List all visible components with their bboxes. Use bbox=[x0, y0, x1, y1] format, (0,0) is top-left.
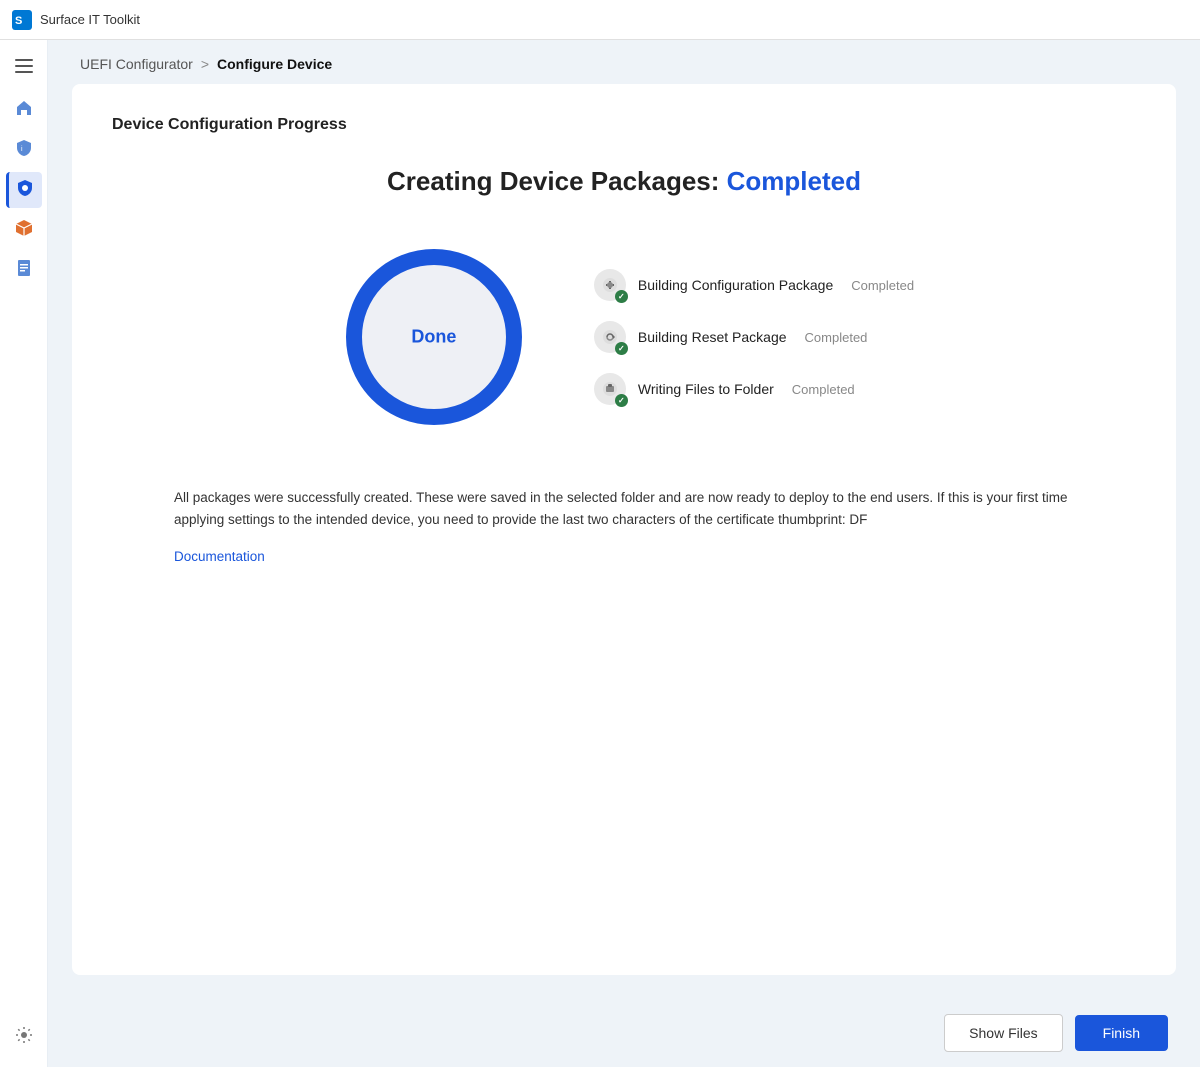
titlebar: S Surface IT Toolkit bbox=[0, 0, 1200, 40]
task-icon-2 bbox=[594, 373, 626, 405]
task-name-1: Building Reset Package bbox=[638, 329, 787, 345]
task-icon-1 bbox=[594, 321, 626, 353]
sidebar: i bbox=[0, 40, 48, 1067]
sidebar-item-settings[interactable] bbox=[6, 1019, 42, 1055]
documentation-link[interactable]: Documentation bbox=[174, 549, 265, 564]
card-section-title: Device Configuration Progress bbox=[112, 116, 1136, 134]
app-icon: S bbox=[12, 10, 32, 30]
svg-text:S: S bbox=[15, 15, 22, 27]
task-status-1: Completed bbox=[805, 330, 868, 345]
task-icon-0 bbox=[594, 269, 626, 301]
sidebar-item-home[interactable] bbox=[6, 92, 42, 128]
breadcrumb-current: Configure Device bbox=[217, 56, 332, 72]
task-name-2: Writing Files to Folder bbox=[638, 381, 774, 397]
task-name-0: Building Configuration Package bbox=[638, 277, 833, 293]
hamburger-line-3 bbox=[15, 71, 33, 73]
progress-circle: Done bbox=[334, 237, 534, 437]
main-heading: Creating Device Packages: Completed bbox=[387, 166, 861, 197]
bottom-bar: Show Files Finish bbox=[48, 999, 1200, 1067]
task-status-2: Completed bbox=[792, 382, 855, 397]
task-status-0: Completed bbox=[851, 278, 914, 293]
circle-tasks-row: Done bbox=[334, 237, 914, 437]
sidebar-item-package[interactable] bbox=[6, 212, 42, 248]
info-text: All packages were successfully created. … bbox=[174, 487, 1074, 530]
progress-section: Creating Device Packages: Completed Done bbox=[112, 166, 1136, 582]
hamburger-line-1 bbox=[15, 59, 33, 61]
gear-icon bbox=[15, 1026, 33, 1049]
sidebar-item-uefi[interactable] bbox=[6, 172, 42, 208]
hamburger-button[interactable] bbox=[6, 48, 42, 84]
info-text-section: All packages were successfully created. … bbox=[174, 487, 1074, 566]
main-heading-status: Completed bbox=[727, 166, 861, 196]
breadcrumb-separator: > bbox=[201, 56, 209, 72]
shield-icon-1: i bbox=[15, 139, 33, 162]
task-item-1: Building Reset Package Completed bbox=[594, 321, 914, 353]
shield-active-icon bbox=[16, 179, 34, 202]
home-icon bbox=[15, 99, 33, 122]
task-check-badge-0 bbox=[615, 290, 628, 303]
sidebar-item-shield1[interactable]: i bbox=[6, 132, 42, 168]
finish-button[interactable]: Finish bbox=[1075, 1015, 1168, 1051]
content-area: UEFI Configurator > Configure Device Dev… bbox=[48, 40, 1200, 1067]
task-check-badge-1 bbox=[615, 342, 628, 355]
main-layout: i bbox=[0, 40, 1200, 1067]
task-item-2: Writing Files to Folder Completed bbox=[594, 373, 914, 405]
sidebar-nav: i bbox=[6, 92, 42, 1019]
circle-center-label: Done bbox=[411, 327, 456, 348]
package-icon bbox=[15, 219, 33, 242]
task-check-badge-2 bbox=[615, 394, 628, 407]
main-heading-prefix: Creating Device Packages: bbox=[387, 166, 727, 196]
show-files-button[interactable]: Show Files bbox=[944, 1014, 1062, 1052]
app-title: Surface IT Toolkit bbox=[40, 12, 140, 27]
breadcrumb-parent[interactable]: UEFI Configurator bbox=[80, 56, 193, 72]
sidebar-bottom bbox=[6, 1019, 42, 1067]
main-card: Device Configuration Progress Creating D… bbox=[72, 84, 1176, 975]
task-item-0: Building Configuration Package Completed bbox=[594, 269, 914, 301]
task-list: Building Configuration Package Completed bbox=[594, 269, 914, 405]
hamburger-line-2 bbox=[15, 65, 33, 67]
report-icon bbox=[15, 259, 33, 282]
breadcrumb: UEFI Configurator > Configure Device bbox=[48, 40, 1200, 84]
sidebar-item-report[interactable] bbox=[6, 252, 42, 288]
